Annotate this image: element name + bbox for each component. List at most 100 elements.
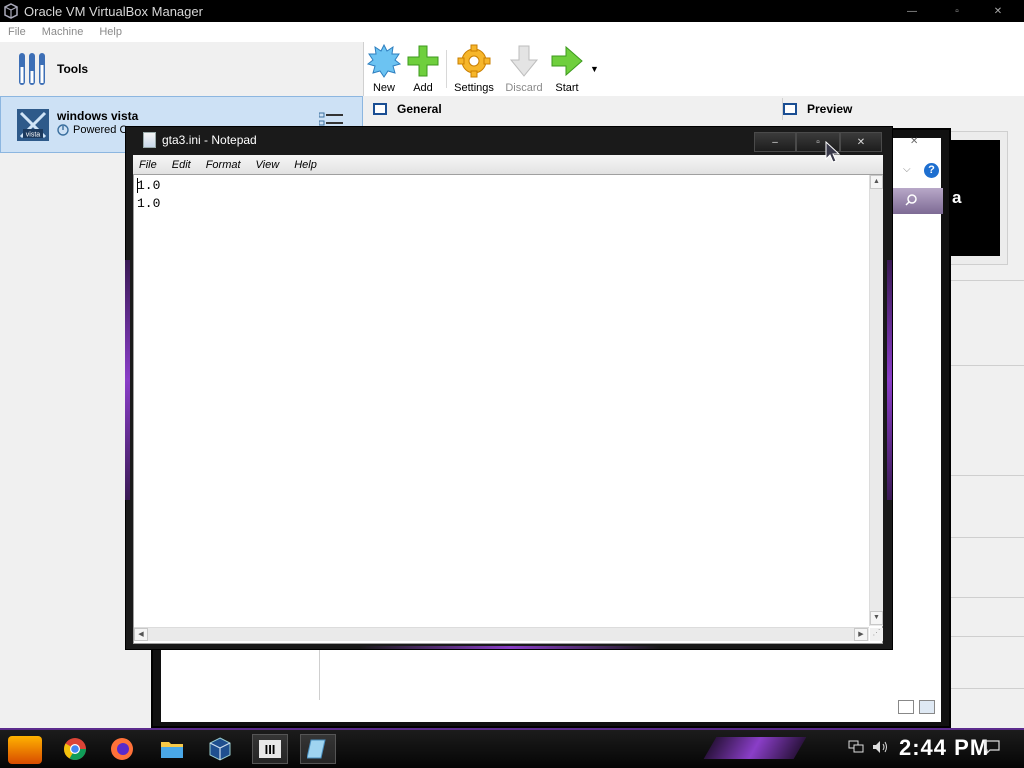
- search-button[interactable]: [893, 188, 943, 214]
- general-section-header[interactable]: General: [373, 98, 442, 120]
- menu-file[interactable]: File: [139, 159, 157, 171]
- monitor-icon: [373, 103, 387, 115]
- maximize-button[interactable]: ▫: [937, 0, 977, 22]
- divider: [948, 597, 1024, 598]
- game-taskbar-button[interactable]: III: [252, 734, 288, 764]
- chevron-down-icon[interactable]: ⌵: [903, 164, 911, 175]
- details-view-icon[interactable]: [898, 700, 914, 714]
- window-title: Oracle VM VirtualBox Manager: [24, 3, 203, 19]
- monitor-icon: [783, 103, 797, 115]
- scroll-down-icon[interactable]: ▼: [870, 611, 883, 625]
- virtualbox-icon: [209, 737, 231, 761]
- divider: [948, 636, 1024, 637]
- menu-format[interactable]: Format: [206, 159, 241, 171]
- vm-menu-icon[interactable]: [319, 111, 343, 127]
- settings-gear-icon: [457, 44, 491, 78]
- virtualbox-logo-icon: [4, 3, 18, 19]
- file-explorer-icon: [161, 742, 183, 758]
- menu-file[interactable]: File: [8, 26, 26, 38]
- help-icon[interactable]: ?: [924, 163, 939, 178]
- scroll-right-icon[interactable]: ▶: [854, 628, 868, 641]
- volume-icon[interactable]: [872, 740, 888, 754]
- vertical-scrollbar[interactable]: ▲ ▼: [869, 175, 883, 626]
- notepad-minimize-button[interactable]: –: [754, 132, 796, 152]
- taskbar-decoration: [703, 737, 807, 759]
- tools-label: Tools: [57, 62, 89, 76]
- notepad-taskbar-button[interactable]: [300, 734, 336, 764]
- menu-machine[interactable]: Machine: [42, 26, 84, 38]
- discard-label: Discard: [505, 82, 543, 94]
- start-dropdown-icon[interactable]: ▼: [590, 64, 599, 74]
- preview-view-icon[interactable]: [919, 700, 935, 714]
- tools-item[interactable]: Tools: [0, 42, 363, 96]
- svg-text:vista: vista: [26, 132, 41, 139]
- virtualbox-titlebar: Oracle VM VirtualBox Manager — ▫ ✕: [0, 0, 1024, 22]
- preview-label: Preview: [807, 102, 853, 116]
- mouse-cursor-icon: [825, 141, 841, 163]
- settings-button[interactable]: Settings: [450, 44, 498, 94]
- window-glow-right: [887, 260, 892, 500]
- menu-view[interactable]: View: [256, 159, 280, 171]
- vb-menubar: File Machine Help: [0, 22, 363, 42]
- notepad-title: gta3.ini - Notepad: [162, 133, 257, 147]
- notepad-window-controls: – ▫ ✕: [754, 132, 882, 152]
- search-icon: [905, 194, 917, 206]
- notification-icon[interactable]: [984, 740, 1000, 754]
- notepad-text-area[interactable]: [133, 174, 883, 644]
- vista-os-icon: vista: [17, 109, 49, 141]
- firefox-taskbar-button[interactable]: [104, 734, 140, 764]
- window-glow-left: [125, 260, 130, 500]
- divider: [948, 688, 1024, 689]
- discard-arrow-icon: [509, 45, 539, 77]
- preview-screen: a: [950, 140, 1000, 256]
- background-window-close-icon[interactable]: ✕: [910, 136, 918, 147]
- scroll-up-icon[interactable]: ▲: [870, 175, 883, 189]
- notepad-titlebar[interactable]: gta3.ini - Notepad: [143, 132, 257, 148]
- menu-help[interactable]: Help: [294, 159, 317, 171]
- start-button[interactable]: Start: [543, 44, 591, 94]
- notepad-menubar: File Edit Format View Help: [133, 155, 883, 174]
- network-icon[interactable]: [848, 740, 864, 754]
- start-label: Start: [555, 82, 579, 94]
- divider: [948, 280, 1024, 281]
- discard-button[interactable]: Discard: [500, 44, 548, 94]
- general-label: General: [397, 102, 442, 116]
- game-icon: III: [259, 740, 281, 758]
- vb-toolbar: New Add Settings Discard Start ▼: [363, 42, 1024, 96]
- divider: [948, 537, 1024, 538]
- chrome-taskbar-button[interactable]: [57, 734, 93, 764]
- text-caret: [137, 178, 138, 193]
- preview-text: a: [952, 188, 962, 207]
- divider: [319, 650, 320, 700]
- vm-state: Powered C: [57, 124, 127, 136]
- menu-help[interactable]: Help: [99, 26, 122, 38]
- minimize-button[interactable]: —: [892, 0, 932, 22]
- firefox-icon: [111, 738, 133, 760]
- divider: [948, 365, 1024, 366]
- start-arrow-icon: [551, 45, 583, 77]
- taskbar-clock[interactable]: 2:44 PM: [899, 735, 989, 761]
- svg-text:III: III: [265, 742, 276, 757]
- close-button[interactable]: ✕: [978, 0, 1018, 22]
- file-explorer-taskbar-button[interactable]: [154, 734, 190, 764]
- tools-icon: [19, 53, 45, 85]
- virtualbox-taskbar-button[interactable]: [202, 734, 238, 764]
- new-label: New: [372, 82, 395, 94]
- preview-section-header[interactable]: Preview: [782, 98, 852, 120]
- add-button[interactable]: Add: [399, 44, 447, 94]
- notepad-icon: [307, 739, 326, 759]
- resize-grip-icon[interactable]: ⋰: [870, 628, 883, 641]
- chrome-icon: [64, 738, 86, 760]
- notepad-content: 1.0 1.0: [137, 178, 161, 211]
- scroll-left-icon[interactable]: ◀: [134, 628, 148, 641]
- vm-state-text: Powered C: [73, 124, 128, 136]
- new-starburst-icon: [367, 44, 401, 78]
- notepad-close-button[interactable]: ✕: [840, 132, 882, 152]
- menu-edit[interactable]: Edit: [172, 159, 191, 171]
- start-button[interactable]: [8, 736, 42, 764]
- horizontal-scrollbar[interactable]: ◀ ▶: [134, 627, 869, 641]
- divider: [948, 475, 1024, 476]
- notepad-icon: [143, 132, 156, 148]
- power-off-icon: [57, 124, 69, 136]
- toolbar-separator: [446, 50, 447, 88]
